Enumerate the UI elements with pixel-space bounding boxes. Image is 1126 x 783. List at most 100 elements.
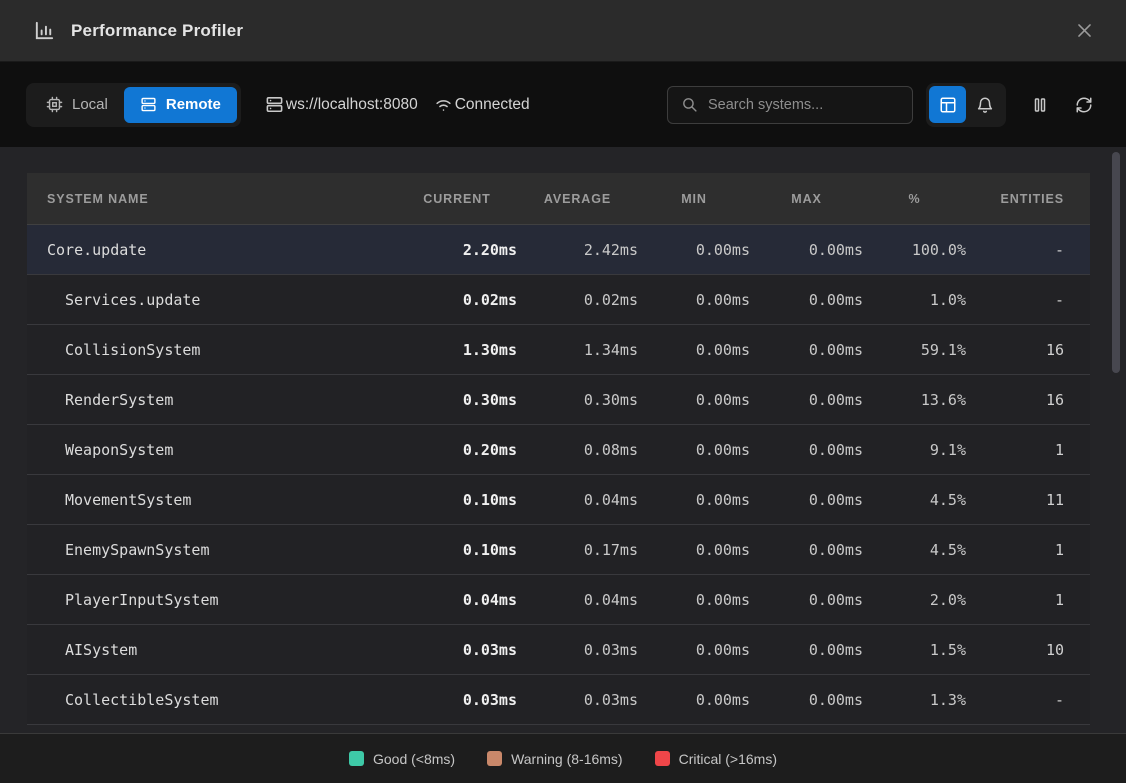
min-cell: 0.00ms — [638, 591, 750, 609]
current-cell: 0.20ms — [397, 441, 517, 459]
search-box — [667, 86, 913, 124]
table-row[interactable]: AISystem0.03ms0.03ms0.00ms0.00ms1.5%10 — [27, 625, 1090, 675]
current-cell: 0.04ms — [397, 591, 517, 609]
average-cell: 0.08ms — [517, 441, 638, 459]
table-view-button[interactable] — [929, 86, 966, 123]
system-name-cell: CollisionSystem — [27, 341, 397, 359]
entities-cell: - — [966, 691, 1090, 709]
system-name-cell: MovementSystem — [27, 491, 397, 509]
legend-label: Good (<8ms) — [373, 751, 455, 767]
current-cell: 2.20ms — [397, 241, 517, 259]
table-row[interactable]: MovementSystem0.10ms0.04ms0.00ms0.00ms4.… — [27, 475, 1090, 525]
current-cell: 0.03ms — [397, 641, 517, 659]
max-cell: 0.00ms — [750, 241, 863, 259]
table-row[interactable]: CollectibleSystem0.03ms0.03ms0.00ms0.00m… — [27, 675, 1090, 725]
connection-url: ws://localhost:8080 — [286, 96, 418, 114]
max-cell: 0.00ms — [750, 341, 863, 359]
close-button[interactable] — [1070, 17, 1098, 45]
local-mode-label: Local — [72, 96, 108, 113]
alerts-button[interactable] — [966, 86, 1003, 123]
column-header-min[interactable]: MIN — [638, 192, 750, 206]
remote-mode-button[interactable]: Remote — [124, 87, 237, 123]
percent-cell: 2.0% — [863, 591, 966, 609]
min-cell: 0.00ms — [638, 491, 750, 509]
pause-icon — [1031, 96, 1049, 114]
percent-cell: 4.5% — [863, 491, 966, 509]
entities-cell: 16 — [966, 341, 1090, 359]
system-name-cell: WeaponSystem — [27, 441, 397, 459]
column-header-max[interactable]: MAX — [750, 192, 863, 206]
pause-button[interactable] — [1024, 89, 1056, 121]
percent-cell: 59.1% — [863, 341, 966, 359]
average-cell: 0.04ms — [517, 591, 638, 609]
search-icon — [681, 96, 698, 113]
cpu-icon — [46, 96, 63, 113]
table-row[interactable]: CollisionSystem1.30ms1.34ms0.00ms0.00ms5… — [27, 325, 1090, 375]
view-button-group — [926, 83, 1006, 127]
current-cell: 0.10ms — [397, 541, 517, 559]
refresh-icon — [1075, 96, 1093, 114]
system-name-cell: Core.update — [27, 241, 397, 259]
column-header-system-name[interactable]: SYSTEM NAME — [27, 192, 397, 206]
average-cell: 2.42ms — [517, 241, 638, 259]
column-header-percent[interactable]: % — [863, 192, 966, 206]
table-row[interactable]: Core.update2.20ms2.42ms0.00ms0.00ms100.0… — [27, 225, 1090, 275]
max-cell: 0.00ms — [750, 541, 863, 559]
titlebar: Performance Profiler — [0, 0, 1126, 62]
system-name-cell: Services.update — [27, 291, 397, 309]
min-cell: 0.00ms — [638, 291, 750, 309]
entities-cell: - — [966, 241, 1090, 259]
remote-mode-label: Remote — [166, 96, 221, 113]
average-cell: 0.30ms — [517, 391, 638, 409]
table-body: Core.update2.20ms2.42ms0.00ms0.00ms100.0… — [27, 225, 1090, 725]
min-cell: 0.00ms — [638, 341, 750, 359]
table-row[interactable]: PlayerInputSystem0.04ms0.04ms0.00ms0.00m… — [27, 575, 1090, 625]
average-cell: 1.34ms — [517, 341, 638, 359]
max-cell: 0.00ms — [750, 441, 863, 459]
bell-icon — [976, 96, 994, 114]
min-cell: 0.00ms — [638, 441, 750, 459]
legend-footer: Good (<8ms)Warning (8-16ms)Critical (>16… — [0, 733, 1126, 783]
column-header-average[interactable]: AVERAGE — [517, 192, 638, 206]
entities-cell: 1 — [966, 541, 1090, 559]
system-name-cell: CollectibleSystem — [27, 691, 397, 709]
column-header-current[interactable]: CURRENT — [397, 192, 517, 206]
current-cell: 0.10ms — [397, 491, 517, 509]
scrollbar-thumb[interactable] — [1112, 152, 1120, 373]
percent-cell: 9.1% — [863, 441, 966, 459]
mode-toggle-group: Local Remote — [26, 83, 241, 127]
close-icon — [1075, 21, 1094, 40]
table-row[interactable]: RenderSystem0.30ms0.30ms0.00ms0.00ms13.6… — [27, 375, 1090, 425]
table-row[interactable]: Services.update0.02ms0.02ms0.00ms0.00ms1… — [27, 275, 1090, 325]
connection-status: Connected — [455, 96, 530, 114]
average-cell: 0.17ms — [517, 541, 638, 559]
max-cell: 0.00ms — [750, 491, 863, 509]
local-mode-button[interactable]: Local — [30, 87, 124, 123]
refresh-button[interactable] — [1068, 89, 1100, 121]
percent-cell: 1.0% — [863, 291, 966, 309]
max-cell: 0.00ms — [750, 291, 863, 309]
table-row[interactable]: EnemySpawnSystem0.10ms0.17ms0.00ms0.00ms… — [27, 525, 1090, 575]
percent-cell: 1.3% — [863, 691, 966, 709]
column-header-entities[interactable]: ENTITIES — [966, 192, 1090, 206]
legend-label: Warning (8-16ms) — [511, 751, 623, 767]
average-cell: 0.02ms — [517, 291, 638, 309]
min-cell: 0.00ms — [638, 541, 750, 559]
search-input[interactable] — [708, 97, 899, 113]
server-icon — [265, 95, 284, 114]
average-cell: 0.04ms — [517, 491, 638, 509]
main-content: SYSTEM NAME CURRENT AVERAGE MIN MAX % EN… — [0, 147, 1126, 733]
legend-item: Good (<8ms) — [349, 751, 455, 767]
server-icon — [140, 96, 157, 113]
entities-cell: 11 — [966, 491, 1090, 509]
min-cell: 0.00ms — [638, 241, 750, 259]
legend-swatch — [487, 751, 502, 766]
percent-cell: 13.6% — [863, 391, 966, 409]
table-row[interactable]: WeaponSystem0.20ms0.08ms0.00ms0.00ms9.1%… — [27, 425, 1090, 475]
max-cell: 0.00ms — [750, 591, 863, 609]
system-name-cell: RenderSystem — [27, 391, 397, 409]
max-cell: 0.00ms — [750, 391, 863, 409]
current-cell: 1.30ms — [397, 341, 517, 359]
table-icon — [939, 96, 957, 114]
percent-cell: 100.0% — [863, 241, 966, 259]
